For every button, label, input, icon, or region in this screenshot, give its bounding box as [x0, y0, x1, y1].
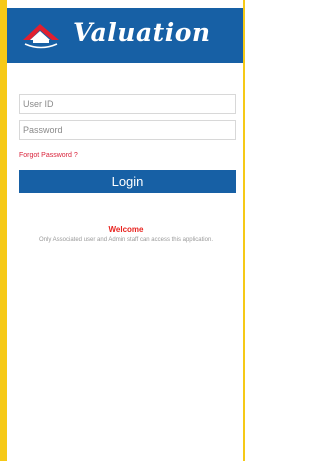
left-frame-border	[0, 0, 7, 461]
access-notice: Only Associated user and Admin staff can…	[39, 237, 213, 243]
login-form	[19, 94, 236, 140]
user-id-input[interactable]	[19, 94, 236, 114]
password-input[interactable]	[19, 120, 236, 140]
app-title: Valuation	[73, 18, 211, 47]
app-header: Valuation	[7, 8, 243, 63]
forgot-password-link[interactable]: Forgot Password ?	[19, 152, 78, 159]
house-roof-logo-icon	[23, 24, 59, 49]
login-button[interactable]: Login	[19, 170, 236, 193]
welcome-title: Welcome	[108, 225, 144, 234]
